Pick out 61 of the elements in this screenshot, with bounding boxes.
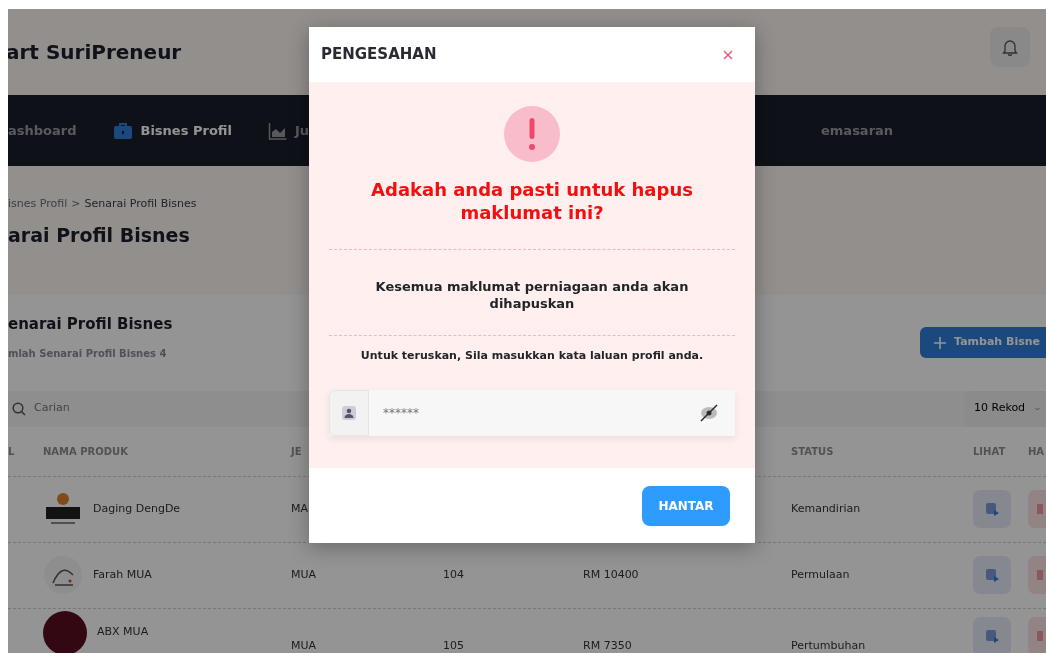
product-name: Farah MUA xyxy=(93,566,152,583)
breadcrumb-link[interactable]: Senarai Profil Bisnes xyxy=(84,196,197,213)
trash-icon xyxy=(1035,628,1043,643)
table-cell-text: Pertumbuhan xyxy=(791,638,867,653)
table-cell-text: RM 10400 xyxy=(583,566,640,583)
card-subtitle: mlah Senarai Profil Bisnes 4 xyxy=(8,346,168,361)
product-name: ABX MUA xyxy=(97,624,149,641)
page-title: arai Profil Bisnes xyxy=(8,222,191,248)
eye-slash-icon[interactable] xyxy=(699,403,719,424)
nav-item[interactable]: ashboard xyxy=(8,120,77,141)
instruction-text: Untuk teruskan, Sila masukkan kata laluan profil anda. xyxy=(360,347,704,364)
warning-text: Kesemua maklumat perniagaan anda akan dihapuskan xyxy=(374,277,690,313)
column-header: STATUS xyxy=(791,444,835,459)
table-cell-text: Permulaan xyxy=(791,566,851,583)
bell-icon xyxy=(1001,38,1019,56)
delete-button[interactable] xyxy=(1028,616,1046,653)
card-title: enarai Profil Bisnes xyxy=(8,314,173,335)
table-cell-text: RM 7350 xyxy=(583,638,633,653)
column-header: NAMA PRODUK xyxy=(43,444,129,459)
table-cell-text: Kemandirian xyxy=(791,500,862,517)
document-arrow-icon xyxy=(984,501,1000,517)
nav-item[interactable]: Ju xyxy=(267,120,309,141)
chart-icon xyxy=(267,121,287,140)
column-header: JE xyxy=(291,444,303,459)
column-header: HA xyxy=(1028,444,1046,459)
logo-placeholder xyxy=(43,610,87,653)
view-button[interactable] xyxy=(973,490,1011,528)
submit-button[interactable]: HANTAR xyxy=(642,485,730,526)
column-header: LIHAT xyxy=(973,444,1007,459)
search-icon xyxy=(12,401,26,416)
plus-icon xyxy=(934,336,947,349)
table-cell-text: 105 xyxy=(443,638,465,653)
breadcrumb-link[interactable]: isnes Profil xyxy=(8,196,68,213)
document-arrow-icon xyxy=(984,567,1000,583)
close-icon[interactable] xyxy=(723,49,733,60)
table-cell-text: 104 xyxy=(443,566,465,583)
exclamation-icon xyxy=(504,106,560,162)
trash-icon xyxy=(1035,568,1043,582)
table-cell-text: MUA xyxy=(291,638,318,653)
user-icon xyxy=(342,406,356,421)
nav-item[interactable]: Bisnes Profil xyxy=(112,120,232,141)
table-cell-text: MA xyxy=(291,500,309,517)
product-name: Daging DengDe xyxy=(93,500,181,517)
dialog-title: PENGESAHAN xyxy=(321,44,437,66)
view-button[interactable] xyxy=(973,616,1011,653)
table-cell-text: MUA xyxy=(291,566,318,583)
view-button[interactable] xyxy=(973,556,1011,594)
notification-button[interactable] xyxy=(990,27,1030,67)
add-button[interactable]: Tambah Bisne xyxy=(920,327,1046,358)
document-arrow-icon xyxy=(984,627,1000,644)
delete-button[interactable] xyxy=(1028,490,1046,528)
password-field[interactable]: ****** xyxy=(369,390,735,437)
trash-icon xyxy=(1035,502,1043,516)
delete-button[interactable] xyxy=(1028,556,1046,594)
nav-item[interactable]: emasaran xyxy=(821,120,894,141)
sketch-logo xyxy=(43,555,83,595)
search-field[interactable]: Carian xyxy=(32,399,232,418)
column-header: L xyxy=(8,444,16,459)
confirm-heading: Adakah anda pasti untuk hapus maklumat ini? xyxy=(370,178,694,225)
breadcrumb-separator: > xyxy=(71,196,81,212)
briefcase-icon xyxy=(112,121,133,140)
